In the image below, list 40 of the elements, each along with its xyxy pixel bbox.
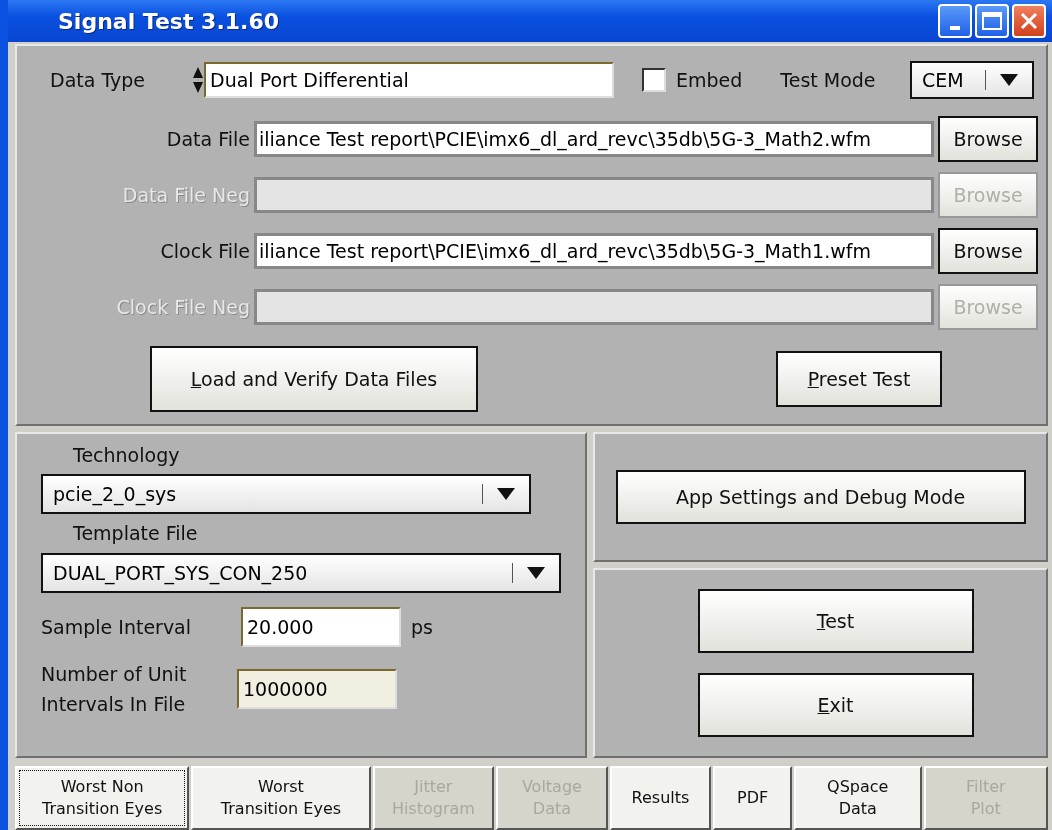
minimize-button[interactable]	[938, 4, 972, 38]
browse-button[interactable]: Browse	[938, 116, 1038, 162]
embed-label: Embed	[676, 67, 743, 93]
data-type-label: Data Type	[50, 67, 147, 93]
file-path-field[interactable]: iliance Test report\PCIE\imx6_dl_ard_revc\35db\5G-3_Math2.wfm	[254, 121, 934, 157]
test-button[interactable]: Test	[697, 589, 974, 653]
test-mode-label: Test Mode	[780, 67, 876, 93]
unit-label: ps	[411, 614, 433, 640]
data-type-field[interactable]: Dual Port Differential	[204, 62, 614, 98]
close-icon	[1020, 12, 1038, 30]
maximize-button[interactable]	[975, 4, 1009, 38]
file-path-field[interactable]: iliance Test report\PCIE\imx6_dl_ard_revc\35db\5G-3_Math1.wfm	[254, 233, 934, 269]
embed-checkbox[interactable]	[642, 68, 666, 92]
exit-button[interactable]: Exit	[697, 673, 974, 737]
file-label: Clock File	[159, 238, 250, 264]
technology-dropdown[interactable]: pcie_2_0_sys	[41, 474, 531, 515]
browse-button[interactable]: Browse	[938, 228, 1038, 274]
preset-test-button[interactable]: Preset Test	[776, 351, 942, 407]
file-path-field[interactable]	[254, 177, 934, 213]
maximize-icon	[982, 12, 1002, 30]
load-verify-button[interactable]: Load and Verify Data Files	[150, 346, 478, 412]
file-path-field[interactable]	[254, 289, 934, 325]
template-dropdown[interactable]: DUAL_PORT_SYS_CON_250	[41, 552, 561, 593]
tab[interactable]: Results	[609, 766, 712, 830]
unit-intervals-label: Number of Unit Intervals In File	[41, 661, 188, 718]
tab[interactable]: PDF	[713, 766, 792, 830]
file-label: Data File	[165, 126, 250, 152]
test-mode-dropdown[interactable]: CEM	[910, 61, 1034, 99]
minimize-icon	[950, 26, 960, 30]
close-button[interactable]	[1012, 4, 1046, 38]
tab[interactable]: Worst Transition Eyes	[191, 766, 371, 830]
sample-interval-field[interactable]: 20.000	[241, 606, 401, 647]
tab[interactable]: QSpace Data	[794, 766, 922, 830]
tab[interactable]: Worst Non Transition Eyes	[15, 766, 190, 830]
template-label: Template File	[73, 521, 199, 547]
app-settings-button[interactable]: App Settings and Debug Mode	[615, 470, 1026, 524]
sample-interval-label: Sample Interval	[41, 614, 193, 640]
window-title: Signal Test 3.1.60	[58, 8, 281, 34]
unit-intervals-field[interactable]: 1000000	[237, 669, 397, 710]
technology-label: Technology	[73, 443, 181, 468]
